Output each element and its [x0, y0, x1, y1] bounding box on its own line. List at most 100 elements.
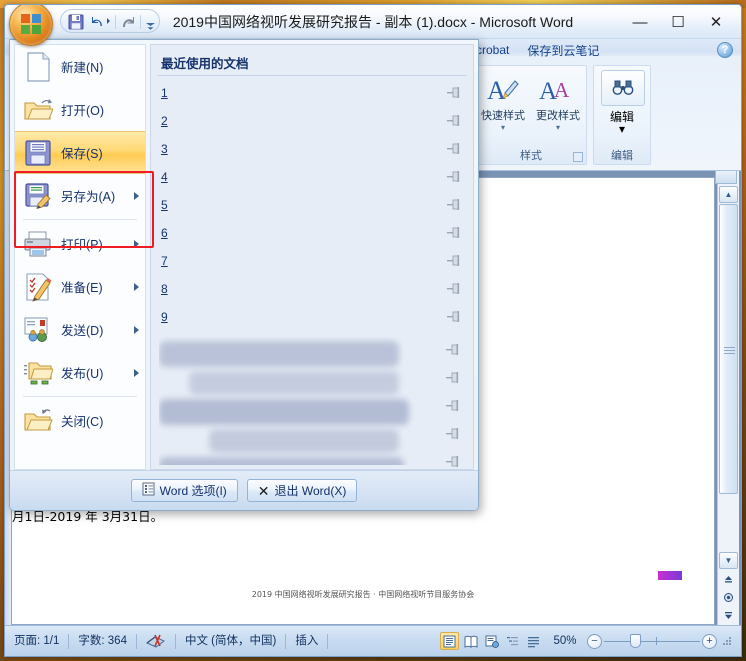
- prepare-icon: [21, 270, 55, 304]
- zoom-level-label[interactable]: 50%: [545, 635, 585, 647]
- word-count-status[interactable]: 字数: 364: [69, 632, 136, 650]
- menu-item-publish[interactable]: 发布(U): [15, 351, 145, 394]
- recent-documents-panel: 最近使用的文档 1 cx 2: [150, 44, 474, 495]
- recent-item-number: 5: [161, 198, 168, 212]
- insert-mode-status[interactable]: 插入: [286, 632, 327, 650]
- menu-item-close-label: 关闭(C): [61, 415, 104, 429]
- print-submenu-arrow-icon[interactable]: [134, 239, 139, 248]
- menu-item-publish-label: 发布(U): [61, 367, 104, 381]
- pin-icon[interactable]: [445, 399, 460, 416]
- change-styles-button[interactable]: A A 更改样式 ▾: [532, 70, 584, 132]
- exit-word-button[interactable]: ✕ 退出 Word(X): [246, 479, 358, 502]
- zoom-in-button[interactable]: +: [702, 633, 717, 649]
- maximize-button[interactable]: ☐: [659, 9, 697, 35]
- prepare-submenu-arrow-icon[interactable]: [134, 282, 139, 291]
- change-styles-dropdown-icon[interactable]: ▾: [532, 123, 584, 132]
- publish-submenu-arrow-icon[interactable]: [134, 368, 139, 377]
- scroll-up-button[interactable]: ▲: [719, 186, 738, 203]
- list-item[interactable]: 9: [151, 303, 473, 331]
- menu-item-new[interactable]: 新建(N): [15, 45, 145, 88]
- pin-icon[interactable]: [446, 254, 461, 268]
- new-document-icon: [21, 50, 55, 84]
- scroll-down-button[interactable]: ▼: [719, 552, 738, 569]
- view-draft-button[interactable]: [524, 632, 543, 650]
- office-menu-popup: 新建(N) 打开(O) 保存(S) 另存为(A) 打印(P) 准备(E) 发送(…: [9, 39, 479, 511]
- tab-save-to-cloud-note[interactable]: 保存到云笔记: [518, 40, 608, 61]
- find-binoculars-icon: [612, 80, 634, 95]
- menu-item-send[interactable]: 发送(D): [15, 308, 145, 351]
- zoom-slider[interactable]: [604, 634, 700, 648]
- quick-styles-button[interactable]: A 快速样式 ▾: [477, 70, 529, 132]
- status-bar-right: 50% − +: [440, 632, 741, 650]
- minimize-button[interactable]: —: [621, 9, 659, 35]
- next-page-icon[interactable]: [720, 607, 737, 623]
- send-submenu-arrow-icon[interactable]: [134, 325, 139, 334]
- list-item[interactable]: 6: [151, 219, 473, 247]
- publish-icon: [21, 356, 55, 390]
- vertical-scrollbar[interactable]: ▲ ▼: [715, 171, 739, 625]
- word-options-button[interactable]: Word 选项(I): [130, 479, 238, 502]
- pin-icon[interactable]: [445, 371, 460, 388]
- view-print-layout-button[interactable]: [440, 632, 459, 650]
- list-item[interactable]: 5: [151, 191, 473, 219]
- office-button[interactable]: [9, 5, 53, 46]
- help-icon[interactable]: ?: [717, 42, 733, 58]
- menu-item-save[interactable]: 保存(S): [15, 131, 145, 174]
- pin-icon[interactable]: [446, 198, 461, 212]
- menu-item-open[interactable]: 打开(O): [15, 88, 145, 131]
- quick-styles-label: 快速样式: [481, 110, 525, 122]
- pin-icon[interactable]: [445, 343, 460, 360]
- pin-icon[interactable]: [445, 427, 460, 444]
- menu-item-save-label: 保存(S): [61, 147, 103, 161]
- edit-button[interactable]: [601, 70, 645, 106]
- scrollbar-thumb[interactable]: [719, 204, 738, 494]
- proofing-status[interactable]: [137, 632, 175, 650]
- quick-styles-icon: A: [477, 70, 529, 110]
- page-number-status[interactable]: 页面: 1/1: [5, 632, 68, 650]
- menu-item-print[interactable]: 打印(P): [15, 222, 145, 265]
- pin-icon[interactable]: [446, 282, 461, 296]
- list-item[interactable]: 1 cx: [151, 79, 473, 107]
- thumb-grip: [724, 350, 735, 351]
- pin-icon[interactable]: [446, 310, 461, 324]
- save-as-submenu-arrow-icon[interactable]: [134, 191, 139, 200]
- resize-grip-icon[interactable]: [721, 635, 733, 647]
- menu-item-open-label: 打开(O): [61, 104, 105, 118]
- styles-dialog-launcher-icon[interactable]: [573, 152, 583, 162]
- zoom-out-button[interactable]: −: [587, 633, 602, 649]
- close-button[interactable]: ✕: [697, 9, 735, 35]
- pin-icon[interactable]: [446, 226, 461, 240]
- view-outline-button[interactable]: [503, 632, 522, 650]
- styles-group-label: 样式: [520, 150, 542, 162]
- view-full-screen-reading-button[interactable]: [461, 632, 480, 650]
- select-browse-object-icon[interactable]: [720, 589, 737, 605]
- recent-item-number: 1: [161, 86, 168, 100]
- office-menu-footer: Word 选项(I) ✕ 退出 Word(X): [10, 470, 478, 510]
- view-web-layout-button[interactable]: [482, 632, 501, 650]
- pin-icon[interactable]: [446, 114, 461, 128]
- menu-item-save-as[interactable]: 另存为(A): [15, 174, 145, 217]
- list-item[interactable]: 4: [151, 163, 473, 191]
- ribbon-tabs: crobat 保存到云笔记: [467, 39, 608, 61]
- pin-icon[interactable]: [446, 86, 461, 100]
- list-item[interactable]: 7: [151, 247, 473, 275]
- language-status[interactable]: 中文 (简体，中国): [176, 632, 285, 650]
- list-item[interactable]: 2 docx: [151, 107, 473, 135]
- list-item[interactable]: 3: [151, 135, 473, 163]
- save-floppy-icon: [21, 136, 55, 170]
- pin-icon[interactable]: [446, 170, 461, 184]
- ribbon-group-edit: 编辑 ▾ 编辑: [593, 65, 651, 165]
- open-folder-icon: [21, 93, 55, 127]
- edit-dropdown-icon[interactable]: ▾: [594, 122, 650, 136]
- previous-page-icon[interactable]: [720, 571, 737, 587]
- menu-item-prepare[interactable]: 准备(E): [15, 265, 145, 308]
- recent-list-pins-lower: [445, 337, 463, 495]
- list-item[interactable]: 8: [151, 275, 473, 303]
- pin-icon[interactable]: [446, 142, 461, 156]
- zoom-slider-thumb[interactable]: [630, 634, 641, 648]
- zoom-slider-midpoint: [656, 637, 657, 645]
- menu-item-close[interactable]: 关闭(C): [15, 399, 145, 442]
- print-icon: [21, 227, 55, 261]
- split-window-handle[interactable]: [715, 171, 737, 184]
- quick-styles-dropdown-icon[interactable]: ▾: [477, 123, 529, 132]
